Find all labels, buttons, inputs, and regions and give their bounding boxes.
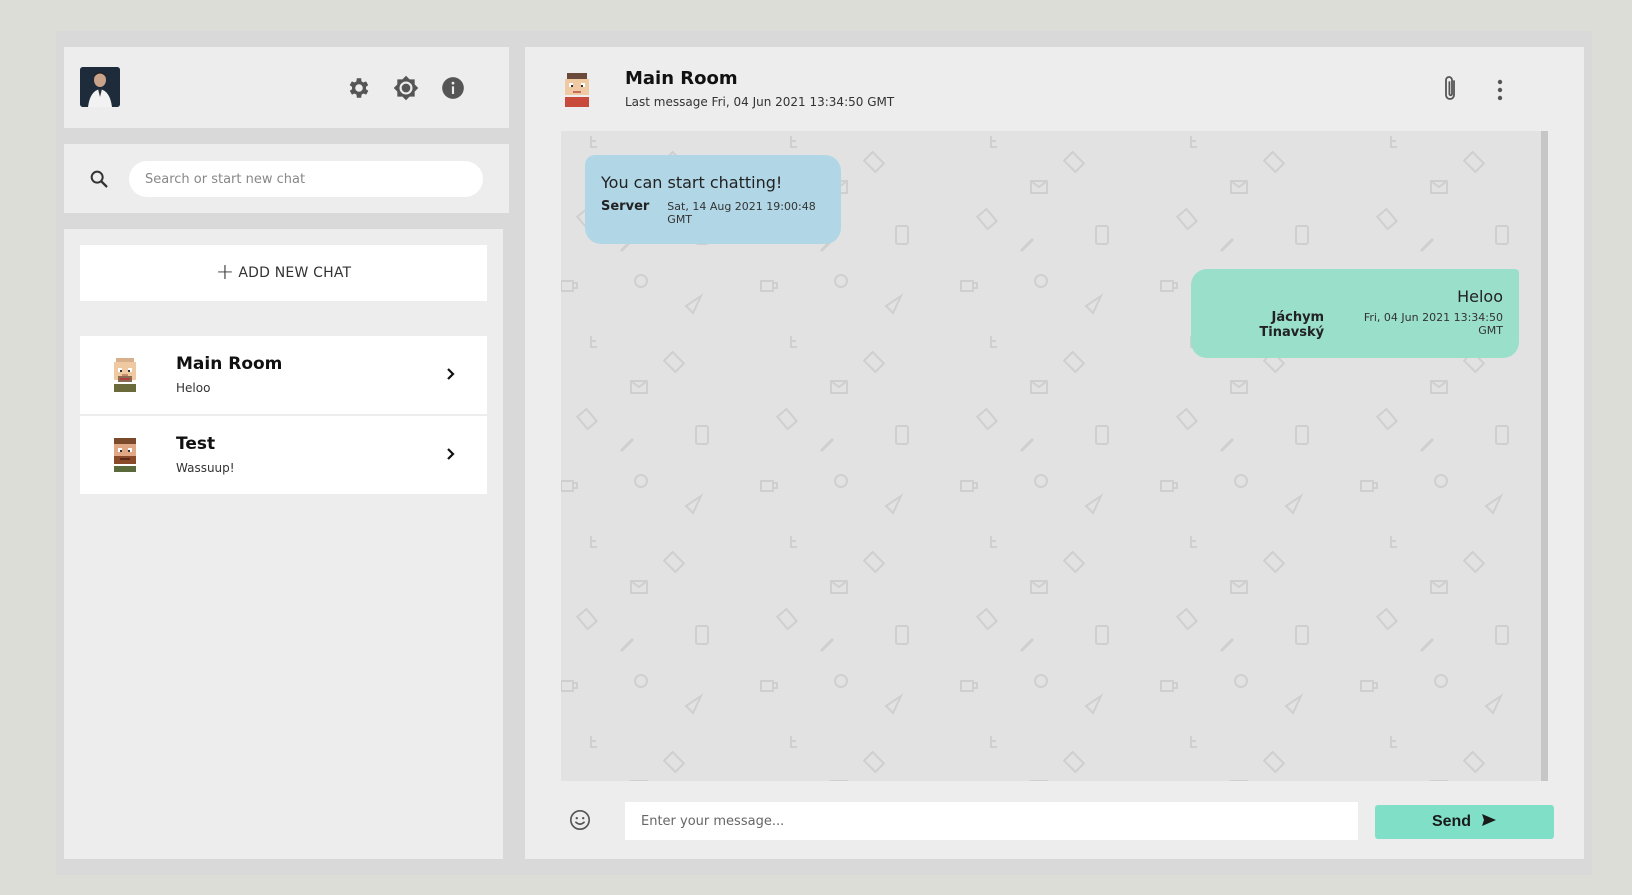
chat-item-test[interactable]: Test Wassuup! xyxy=(80,416,487,494)
chat-name: Test xyxy=(176,434,216,454)
pixel-avatar-icon xyxy=(108,356,142,394)
search-bar xyxy=(64,144,509,213)
search-input[interactable] xyxy=(129,161,483,197)
sidebar-header xyxy=(64,47,509,128)
room-avatar-icon xyxy=(561,71,593,109)
smiley-icon[interactable] xyxy=(569,809,591,831)
chevron-right-icon xyxy=(444,445,458,463)
message-time: Fri, 04 Jun 2021 13:34:50 GMT xyxy=(1363,311,1503,337)
room-last-message-time: Last message Fri, 04 Jun 2021 13:34:50 G… xyxy=(625,95,895,109)
message-author: Jáchym Tinavský xyxy=(1259,310,1325,340)
send-arrow-icon xyxy=(1481,813,1497,832)
chat-name: Main Room xyxy=(176,354,283,374)
conversation-panel: Main Room Last message Fri, 04 Jun 2021 … xyxy=(525,47,1584,859)
send-label: Send xyxy=(1431,813,1472,830)
chevron-right-icon xyxy=(444,365,458,383)
chat-last-message: Wassuup! xyxy=(176,461,235,475)
pixel-avatar-icon xyxy=(108,436,142,474)
chat-last-message: Heloo xyxy=(176,381,211,395)
chat-app: + ADD NEW CHAT Main Room Heloo xyxy=(56,31,1592,875)
plus-icon: + xyxy=(215,260,235,285)
message-bubble-incoming: You can start chatting! Server Sat, 14 A… xyxy=(585,155,841,244)
message-author: Server xyxy=(601,199,650,214)
message-area[interactable]: You can start chatting! Server Sat, 14 A… xyxy=(561,131,1548,781)
paperclip-icon[interactable] xyxy=(1439,73,1461,105)
room-title: Main Room xyxy=(625,68,738,89)
message-bubble-outgoing: Heloo Jáchym Tinavský Fri, 04 Jun 2021 1… xyxy=(1191,269,1519,358)
chat-list: + ADD NEW CHAT Main Room Heloo Test Wass… xyxy=(64,229,503,859)
send-button[interactable]: Send xyxy=(1375,805,1554,839)
message-text: Heloo xyxy=(1457,287,1503,306)
message-text: You can start chatting! xyxy=(601,173,783,192)
chat-item-main-room[interactable]: Main Room Heloo xyxy=(80,336,487,414)
add-new-chat-button[interactable]: + ADD NEW CHAT xyxy=(80,245,487,301)
message-input[interactable] xyxy=(625,802,1358,840)
info-icon[interactable] xyxy=(440,75,466,101)
search-icon xyxy=(88,168,110,190)
brightness-icon[interactable] xyxy=(393,75,419,101)
more-vertical-icon[interactable] xyxy=(1495,78,1505,102)
message-time: Sat, 14 Aug 2021 19:00:48 GMT xyxy=(667,200,816,226)
gear-icon[interactable] xyxy=(346,75,372,101)
user-avatar[interactable] xyxy=(80,67,120,107)
add-new-chat-label: ADD NEW CHAT xyxy=(238,265,352,281)
